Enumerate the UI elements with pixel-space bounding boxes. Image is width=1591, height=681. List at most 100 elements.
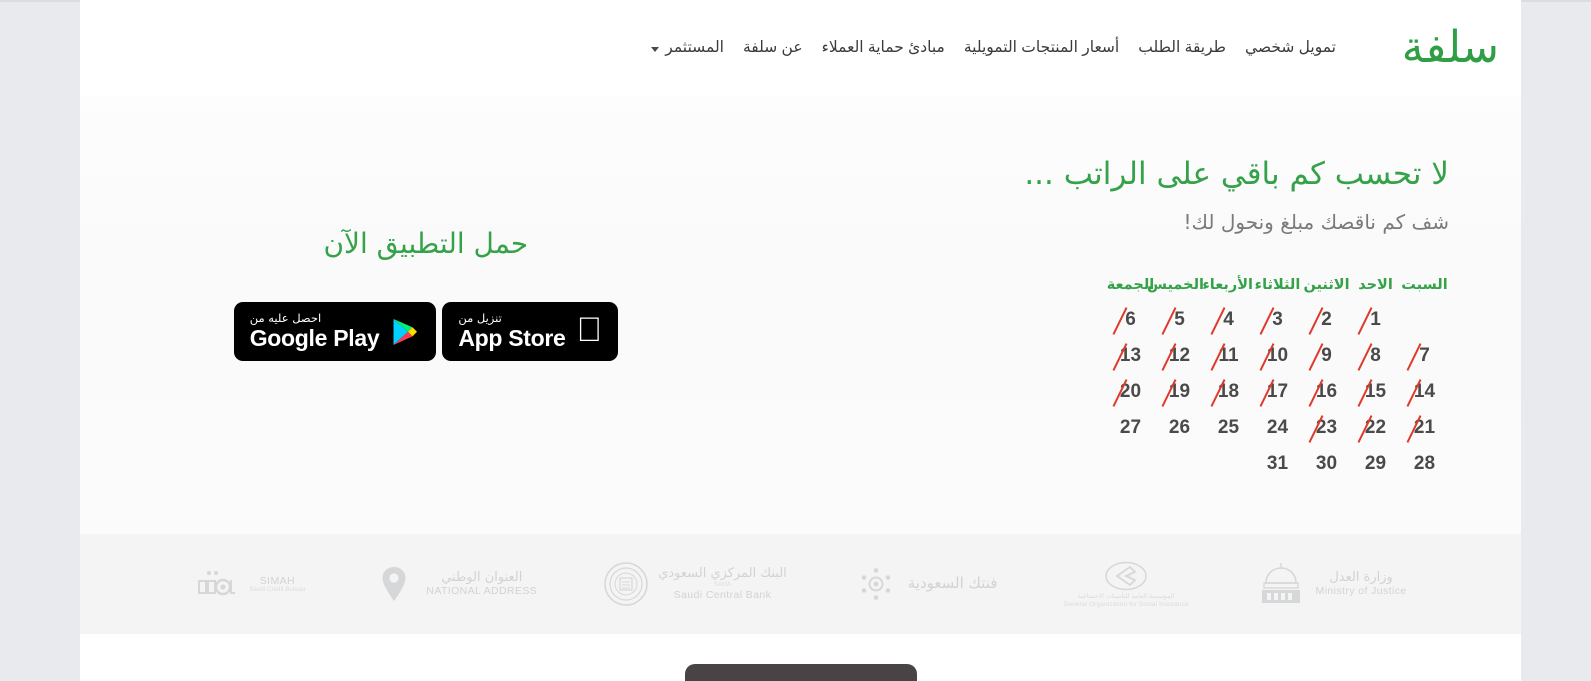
calendar-day-cell[interactable]: 23 <box>1302 410 1351 446</box>
nav-item-personal-finance[interactable]: تمويل شخصي <box>1245 40 1336 56</box>
calendar-week-row: 14 15 16 17 18 19 20 <box>1106 374 1449 410</box>
nav-item-investor[interactable]: المستثمر <box>651 40 724 56</box>
calendar-header-row: السبت الاحد الاثنين الثلاثاء الأربعاء ال… <box>1106 277 1449 302</box>
moj-emblem-icon <box>1255 561 1307 607</box>
partner-logo-gosi: المؤسسة العامة للتأمينات الاجتماعية Gene… <box>1063 560 1188 609</box>
partner-saudi-central-bank-en: Saudi Central Bank <box>673 588 772 601</box>
gosi-icon <box>1104 560 1148 592</box>
app-store-badge[interactable]:  تنزيل من App Store <box>442 302 619 361</box>
nav-item-about-salfah[interactable]: عن سلفة <box>743 40 803 56</box>
partner-saudi-central-bank-tiny: SAMA <box>713 581 732 588</box>
calendar-day-cell[interactable]: 12 <box>1155 338 1204 374</box>
calendar-day-header-tuesday: الثلاثاء <box>1254 277 1301 294</box>
location-pin-icon <box>371 561 417 607</box>
calendar-day-header-friday: الجمعة <box>1106 277 1155 294</box>
calendar-day-cell[interactable]: 10 <box>1253 338 1302 374</box>
calendar-day-empty <box>1204 446 1253 482</box>
partner-ministry-of-justice-ar: وزارة العدل <box>1329 569 1393 585</box>
google-play-badge-label: Google Play <box>250 324 393 351</box>
calendar-day-cell[interactable]: 27 <box>1106 410 1155 446</box>
calendar-day-cell[interactable]: 25 <box>1204 410 1253 446</box>
calendar-day-header-sunday: الاحد <box>1358 277 1393 294</box>
calendar-day-cell[interactable]: 18 <box>1204 374 1253 410</box>
partner-gosi-ar: المؤسسة العامة للتأمينات الاجتماعية <box>1077 592 1175 600</box>
sama-seal-icon <box>603 561 649 607</box>
calendar-day-cell[interactable]: 4 <box>1204 302 1253 338</box>
calendar-day-header-saturday: السبت <box>1401 277 1448 294</box>
calendar-day-cell[interactable]: 28 <box>1400 446 1449 482</box>
below-fold-card[interactable] <box>684 664 917 681</box>
calendar-day-cell[interactable]: 5 <box>1155 302 1204 338</box>
partner-national-address-en: NATIONAL ADDRESS <box>426 585 538 598</box>
calendar-day-cell[interactable]: 9 <box>1302 338 1351 374</box>
partner-logo-ministry-of-justice: وزارة العدل Ministry of Justice <box>1255 561 1407 607</box>
brand-logo-link[interactable]: سلفة <box>1336 26 1521 70</box>
fintech-icon <box>853 561 899 607</box>
calendar-week-row: 7 8 9 10 11 12 13 <box>1106 338 1449 374</box>
calendar-day-cell[interactable]: 7 <box>1400 338 1449 374</box>
calendar-day-cell[interactable]: 11 <box>1204 338 1253 374</box>
site-container: سلفة تمويل شخصي طريقة الطلب أسعار المنتج… <box>80 0 1521 681</box>
hero-text-column: لا تحسب كم باقي على الراتب ... شف كم ناق… <box>772 96 1521 534</box>
calendar-day-cell[interactable]: 26 <box>1155 410 1204 446</box>
partner-ministry-of-justice-en: Ministry of Justice <box>1315 585 1407 598</box>
partner-fintech-saudi-ar: فنتك السعودية <box>907 574 998 593</box>
calendar-day-cell[interactable]: 1 <box>1351 302 1400 338</box>
below-fold-section <box>80 634 1521 681</box>
calendar-day-cell[interactable]: 17 <box>1253 374 1302 410</box>
calendar-body: 1 2 3 4 5 6 7 8 9 10 11 12 13 14 15 16 17 18 19 20 21 22 23 24 2… <box>1106 302 1449 482</box>
calendar-day-cell[interactable]: 19 <box>1155 374 1204 410</box>
calendar-day-empty <box>1106 446 1155 482</box>
partner-simah-tiny: Saudi Credit Bureau <box>249 586 306 593</box>
calendar-day-cell[interactable]: 3 <box>1253 302 1302 338</box>
calendar-day-cell[interactable]: 2 <box>1302 302 1351 338</box>
browser-page-shell: سلفة تمويل شخصي طريقة الطلب أسعار المنتج… <box>0 0 1591 681</box>
simah-icon <box>194 561 240 607</box>
calendar-day-cell[interactable]: 22 <box>1351 410 1400 446</box>
calendar-day-cell[interactable]: 15 <box>1351 374 1400 410</box>
partner-logos-strip: SIMAH Saudi Credit Bureau العنوان الوطني… <box>80 534 1521 634</box>
hero-subtitle: شف كم ناقصك مبلغ ونحول لك! <box>1183 210 1449 235</box>
google-play-badge-small-text: احصل عليه من <box>250 311 334 326</box>
calendar-day-cell[interactable]: 21 <box>1400 410 1449 446</box>
calendar-day-cell[interactable]: 6 <box>1106 302 1155 338</box>
salary-countdown-calendar: السبت الاحد الاثنين الثلاثاء الأربعاء ال… <box>1106 277 1449 482</box>
calendar-week-row: 21 22 23 24 25 26 27 <box>1106 410 1449 446</box>
app-store-badge-small-text: تنزيل من <box>458 311 515 326</box>
partner-logo-simah: SIMAH Saudi Credit Bureau <box>194 561 305 607</box>
hero-section: لا تحسب كم باقي على الراتب ... شف كم ناق… <box>80 96 1521 534</box>
calendar-day-cell[interactable]: 20 <box>1106 374 1155 410</box>
google-play-icon <box>390 317 420 347</box>
store-badges-row:  تنزيل من App Store <box>80 302 772 361</box>
apple-icon:  <box>577 313 603 347</box>
calendar-day-header-thursday: الخميس <box>1146 277 1204 294</box>
calendar-day-cell[interactable]: 29 <box>1351 446 1400 482</box>
nav-item-product-pricing[interactable]: أسعار المنتجات التمويلية <box>964 40 1119 56</box>
calendar-day-empty <box>1400 302 1449 338</box>
calendar-day-cell[interactable]: 16 <box>1302 374 1351 410</box>
calendar-day-cell[interactable]: 14 <box>1400 374 1449 410</box>
site-header: سلفة تمويل شخصي طريقة الطلب أسعار المنتج… <box>80 0 1521 96</box>
calendar-day-header-monday: الاثنين <box>1303 277 1350 294</box>
salfah-logo-text: سلفة <box>1401 22 1499 73</box>
google-play-badge[interactable]: احصل عليه من Google Play <box>233 302 437 361</box>
hero-download-column: حمل التطبيق الآن  تنزيل من App Store <box>80 96 772 534</box>
calendar-day-header-wednesday: الأربعاء <box>1202 277 1253 294</box>
main-navigation: تمويل شخصي طريقة الطلب أسعار المنتجات ال… <box>651 40 1336 56</box>
calendar-day-cell[interactable]: 30 <box>1302 446 1351 482</box>
nav-item-investor-label: المستثمر <box>665 39 724 57</box>
chevron-down-icon <box>651 46 660 52</box>
calendar-day-cell[interactable]: 31 <box>1253 446 1302 482</box>
hero-title: لا تحسب كم باقي على الراتب ... <box>1024 156 1449 192</box>
calendar-day-cell[interactable]: 13 <box>1106 338 1155 374</box>
calendar-day-cell[interactable]: 24 <box>1253 410 1302 446</box>
nav-item-customer-protection[interactable]: مبادئ حماية العملاء <box>822 40 945 56</box>
partner-gosi-en: General Organization for Social Insuranc… <box>1063 601 1189 608</box>
partner-logo-fintech-saudi: فنتك السعودية <box>853 561 998 607</box>
calendar-week-row: 28 29 30 31 <box>1106 446 1449 482</box>
calendar-day-cell[interactable]: 8 <box>1351 338 1400 374</box>
nav-item-how-to-apply[interactable]: طريقة الطلب <box>1138 40 1226 56</box>
partner-saudi-central-bank-ar: البنك المركزي السعودي <box>658 566 787 582</box>
partner-logo-saudi-central-bank: البنك المركزي السعودي SAMA Saudi Central… <box>603 561 787 607</box>
app-store-badge-label: App Store <box>458 324 579 351</box>
